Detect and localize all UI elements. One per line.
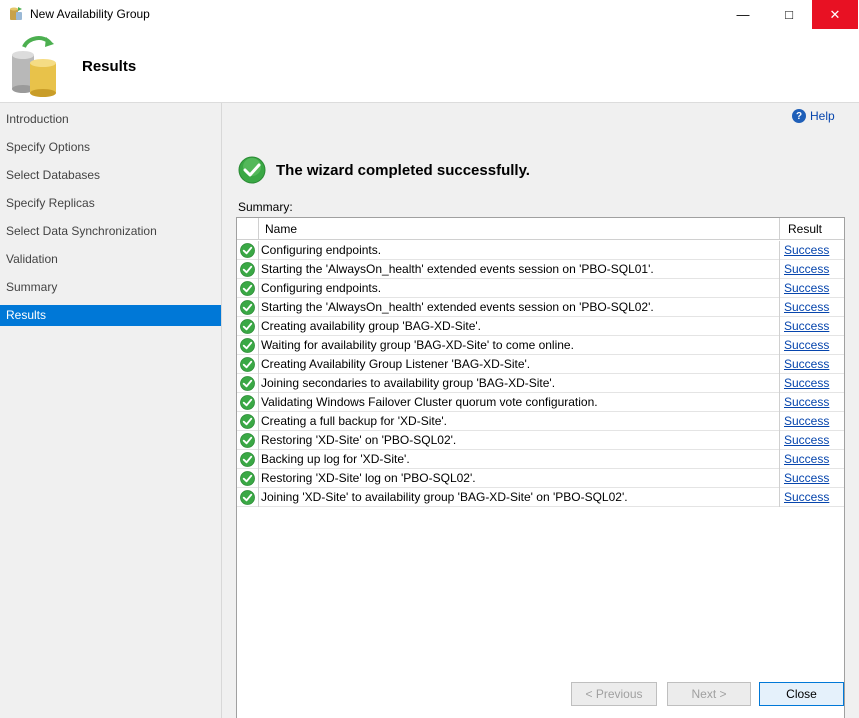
table-row: Configuring endpoints. Success <box>237 241 844 260</box>
table-row: Restoring 'XD-Site' on 'PBO-SQL02'. Succe… <box>237 431 844 450</box>
success-check-icon <box>237 412 259 431</box>
window-title: New Availability Group <box>30 7 150 21</box>
grid-header: Name Result <box>237 218 844 240</box>
row-result-link[interactable]: Success <box>780 279 844 298</box>
wizard-sidebar: Introduction Specify Options Select Data… <box>0 103 222 718</box>
success-check-icon <box>237 317 259 336</box>
row-result-link[interactable]: Success <box>780 317 844 336</box>
page-title: Results <box>82 58 137 75</box>
table-row: Configuring endpoints. Success <box>237 279 844 298</box>
success-check-icon <box>237 241 259 260</box>
row-result-link[interactable]: Success <box>780 298 844 317</box>
row-name: Starting the 'AlwaysOn_health' extended … <box>259 298 780 317</box>
row-name: Restoring 'XD-Site' log on 'PBO-SQL02'. <box>259 469 780 488</box>
sidebar-item-introduction[interactable]: Introduction <box>0 109 221 130</box>
success-check-icon <box>237 355 259 374</box>
sidebar-item-select-data-synchronization[interactable]: Select Data Synchronization <box>0 221 221 242</box>
close-window-button[interactable]: ✕ <box>812 0 858 29</box>
sidebar-item-select-databases[interactable]: Select Databases <box>0 165 221 186</box>
row-result-link[interactable]: Success <box>780 260 844 279</box>
sidebar-item-specify-replicas[interactable]: Specify Replicas <box>0 193 221 214</box>
title-bar: New Availability Group — □ ✕ <box>0 0 859 29</box>
table-row: Creating availability group 'BAG-XD-Site… <box>237 317 844 336</box>
row-result-link[interactable]: Success <box>780 450 844 469</box>
sidebar-item-results[interactable]: Results <box>0 305 221 326</box>
help-link[interactable]: ? Help <box>792 109 835 123</box>
table-row: Starting the 'AlwaysOn_health' extended … <box>237 260 844 279</box>
close-button[interactable]: Close <box>759 682 844 706</box>
help-icon: ? <box>792 109 806 123</box>
database-sync-icon <box>12 36 56 97</box>
next-button[interactable]: Next > <box>667 682 751 706</box>
wizard-header: Results <box>0 29 859 103</box>
table-row: Joining 'XD-Site' to availability group … <box>237 488 844 507</box>
row-name: Restoring 'XD-Site' on 'PBO-SQL02'. <box>259 431 780 450</box>
row-result-link[interactable]: Success <box>780 469 844 488</box>
header-icon-column <box>237 218 259 240</box>
success-check-icon <box>237 450 259 469</box>
success-check-icon <box>237 279 259 298</box>
success-check-icon <box>237 260 259 279</box>
row-result-link[interactable]: Success <box>780 393 844 412</box>
row-name: Creating availability group 'BAG-XD-Site… <box>259 317 780 336</box>
table-row: Restoring 'XD-Site' log on 'PBO-SQL02'. S… <box>237 469 844 488</box>
table-row: Creating Availability Group Listener 'BA… <box>237 355 844 374</box>
app-icon <box>10 7 22 20</box>
success-check-icon <box>237 374 259 393</box>
row-name: Creating Availability Group Listener 'BA… <box>259 355 780 374</box>
row-result-link[interactable]: Success <box>780 412 844 431</box>
row-result-link[interactable]: Success <box>780 488 844 507</box>
table-row: Starting the 'AlwaysOn_health' extended … <box>237 298 844 317</box>
row-result-link[interactable]: Success <box>780 336 844 355</box>
row-name: Backing up log for 'XD-Site'. <box>259 450 780 469</box>
row-name: Configuring endpoints. <box>259 279 780 298</box>
maximize-button[interactable]: □ <box>766 0 812 29</box>
success-check-icon <box>237 431 259 450</box>
sidebar-item-validation[interactable]: Validation <box>0 249 221 270</box>
completion-status: The wizard completed successfully. <box>238 156 530 184</box>
table-row: Joining secondaries to availability grou… <box>237 374 844 393</box>
summary-label: Summary: <box>238 200 293 214</box>
success-check-icon <box>237 393 259 412</box>
success-check-icon <box>237 298 259 317</box>
row-name: Configuring endpoints. <box>259 241 780 260</box>
success-check-icon <box>237 469 259 488</box>
row-name: Creating a full backup for 'XD-Site'. <box>259 412 780 431</box>
sidebar-item-summary[interactable]: Summary <box>0 277 221 298</box>
table-row: Creating a full backup for 'XD-Site'. Suc… <box>237 412 844 431</box>
row-result-link[interactable]: Success <box>780 355 844 374</box>
row-name: Waiting for availability group 'BAG-XD-S… <box>259 336 780 355</box>
success-check-icon <box>237 336 259 355</box>
table-row: Validating Windows Failover Cluster quor… <box>237 393 844 412</box>
results-grid: Name Result Configuring endpoints. Succes… <box>236 217 845 718</box>
row-result-link[interactable]: Success <box>780 431 844 450</box>
success-check-icon <box>237 488 259 507</box>
row-name: Starting the 'AlwaysOn_health' extended … <box>259 260 780 279</box>
table-row: Backing up log for 'XD-Site'. Success <box>237 450 844 469</box>
completion-message: The wizard completed successfully. <box>276 161 530 179</box>
row-name: Validating Windows Failover Cluster quor… <box>259 393 780 412</box>
row-result-link[interactable]: Success <box>780 241 844 260</box>
row-result-link[interactable]: Success <box>780 374 844 393</box>
header-name[interactable]: Name <box>259 218 780 240</box>
table-row: Waiting for availability group 'BAG-XD-S… <box>237 336 844 355</box>
row-name: Joining 'XD-Site' to availability group … <box>259 488 780 507</box>
minimize-button[interactable]: — <box>720 0 766 29</box>
header-result[interactable]: Result <box>780 218 844 240</box>
previous-button[interactable]: < Previous <box>571 682 657 706</box>
wizard-main: ? Help The wizard completed successfully… <box>222 103 859 718</box>
success-check-icon <box>238 156 266 184</box>
sidebar-item-specify-options[interactable]: Specify Options <box>0 137 221 158</box>
help-label: Help <box>810 109 835 123</box>
row-name: Joining secondaries to availability grou… <box>259 374 780 393</box>
